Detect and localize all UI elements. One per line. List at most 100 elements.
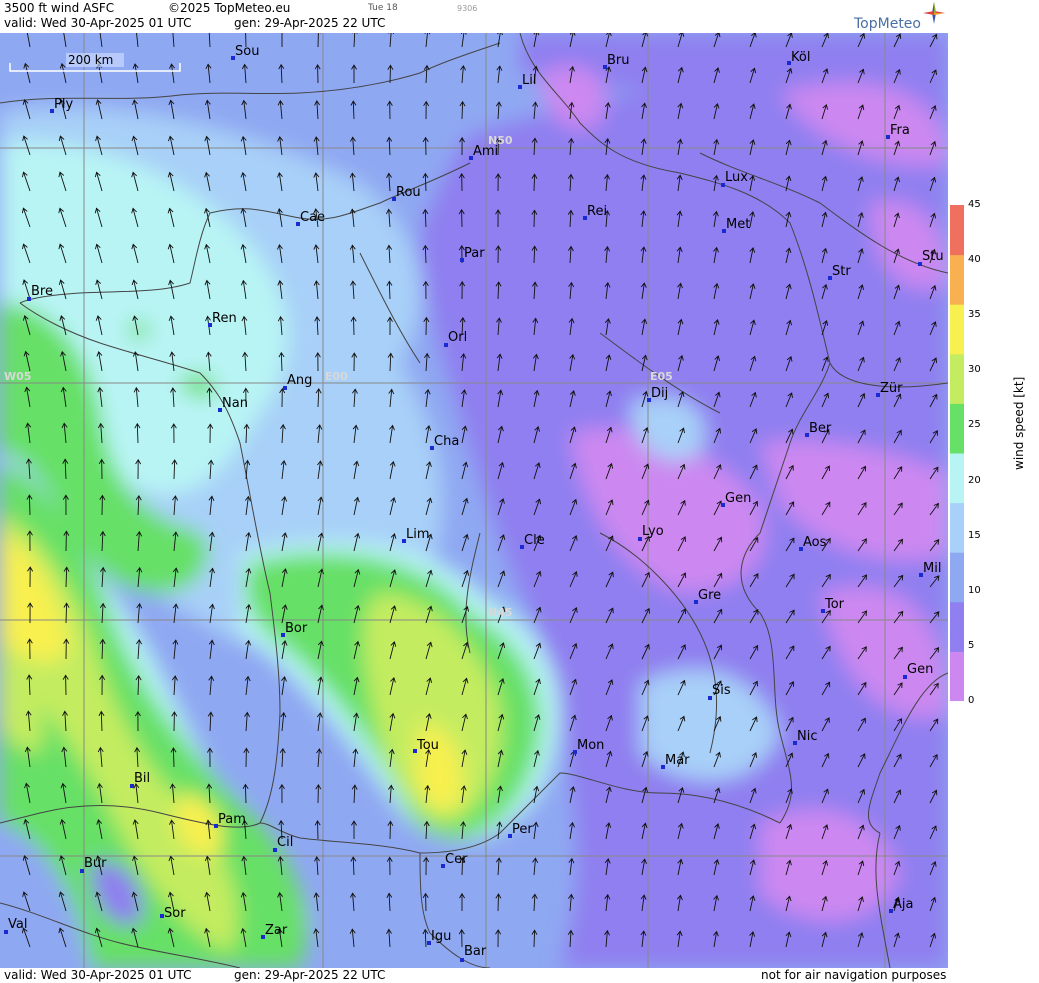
colorbar-tick-label: 25 bbox=[968, 419, 981, 431]
map-footer: valid: Wed 30-Apr-2025 01 UTC gen: 29-Ap… bbox=[0, 968, 948, 983]
city-str[interactable]: Str bbox=[828, 264, 851, 280]
city-orl[interactable]: Orl bbox=[444, 330, 467, 347]
city-cil[interactable]: Cil bbox=[273, 835, 293, 852]
colorbar-tick-label: 35 bbox=[968, 309, 981, 321]
wind-map[interactable]: 200 km N50 N45 W05 E00 E05 Sou Bru Köl L… bbox=[0, 33, 948, 968]
svg-text:Zar: Zar bbox=[265, 923, 288, 938]
grid-label-e00: E00 bbox=[325, 370, 348, 383]
colorbar-tick-label: 5 bbox=[968, 639, 975, 651]
wind-field bbox=[0, 33, 948, 968]
city-fra[interactable]: Fra bbox=[886, 123, 910, 139]
svg-text:Orl: Orl bbox=[448, 330, 467, 345]
city-igu[interactable]: Igu bbox=[427, 929, 451, 945]
valid-time: valid: Wed 30-Apr-2025 01 UTC bbox=[4, 16, 192, 30]
city-rou[interactable]: Rou bbox=[392, 185, 421, 201]
city-tor[interactable]: Tor bbox=[821, 597, 845, 613]
city-pam[interactable]: Pam bbox=[214, 812, 246, 828]
city-met[interactable]: Met bbox=[722, 217, 750, 233]
city-ang[interactable]: Ang bbox=[283, 373, 312, 390]
city-ami[interactable]: Ami bbox=[469, 144, 498, 160]
svg-text:Bil: Bil bbox=[134, 771, 150, 786]
city-nan[interactable]: Nan bbox=[218, 396, 248, 412]
colorbar-segment bbox=[950, 254, 964, 305]
day-tab[interactable]: Tue 18 bbox=[368, 3, 398, 13]
svg-text:Cae: Cae bbox=[300, 210, 325, 225]
city-rei[interactable]: Rei bbox=[583, 204, 607, 220]
city-ply[interactable]: Ply bbox=[50, 97, 73, 113]
svg-text:Stu: Stu bbox=[922, 249, 944, 264]
city-bre[interactable]: Bre bbox=[27, 284, 53, 301]
svg-text:Ren: Ren bbox=[212, 311, 237, 326]
svg-text:Pam: Pam bbox=[218, 812, 246, 827]
svg-text:Sor: Sor bbox=[164, 906, 186, 921]
svg-text:Lux: Lux bbox=[725, 170, 748, 185]
colorbar bbox=[950, 205, 964, 701]
city-ber[interactable]: Ber bbox=[805, 421, 832, 437]
city-lux[interactable]: Lux bbox=[721, 170, 748, 187]
city-sou[interactable]: Sou bbox=[231, 44, 259, 60]
svg-text:Nan: Nan bbox=[222, 396, 248, 411]
svg-text:Ber: Ber bbox=[809, 421, 832, 436]
city-ren[interactable]: Ren bbox=[208, 311, 237, 327]
svg-text:Met: Met bbox=[726, 217, 750, 232]
city-cae[interactable]: Cae bbox=[296, 210, 325, 226]
city-zur[interactable]: Zür bbox=[876, 381, 903, 397]
city-nic[interactable]: Nic bbox=[793, 729, 817, 745]
colorbar-segment bbox=[950, 205, 964, 256]
city-mon[interactable]: Mon bbox=[573, 738, 604, 754]
svg-text:Mil: Mil bbox=[923, 561, 941, 576]
city-par[interactable]: Par bbox=[460, 246, 485, 262]
city-tou[interactable]: Tou bbox=[413, 738, 439, 753]
city-dij[interactable]: Dij bbox=[647, 386, 668, 402]
brand-logo: TopMeteo bbox=[854, 16, 921, 32]
svg-text:Sis: Sis bbox=[712, 683, 731, 698]
city-cle[interactable]: Cle bbox=[520, 533, 545, 549]
city-bur[interactable]: Bur bbox=[80, 856, 107, 873]
svg-text:Dij: Dij bbox=[651, 386, 668, 401]
compass-rose-icon bbox=[923, 2, 945, 24]
city-aos[interactable]: Aos bbox=[799, 535, 827, 551]
product-title: 3500 ft wind ASFC bbox=[4, 1, 115, 15]
svg-text:Mon: Mon bbox=[577, 738, 604, 753]
copyright: ©2025 TopMeteo.eu bbox=[168, 1, 291, 15]
svg-text:Sou: Sou bbox=[235, 44, 259, 59]
svg-text:Bor: Bor bbox=[285, 621, 308, 636]
city-val[interactable]: Val bbox=[4, 917, 27, 934]
footer-valid-time: valid: Wed 30-Apr-2025 01 UTC bbox=[4, 968, 192, 982]
city-gen[interactable]: Gen bbox=[721, 491, 751, 507]
svg-text:Cle: Cle bbox=[524, 533, 545, 548]
city-mil[interactable]: Mil bbox=[919, 561, 941, 577]
city-sor[interactable]: Sor bbox=[160, 906, 186, 921]
city-sis[interactable]: Sis bbox=[708, 683, 731, 700]
city-cha[interactable]: Cha bbox=[430, 434, 459, 450]
city-stu[interactable]: Stu bbox=[918, 249, 944, 266]
city-gre[interactable]: Gre bbox=[694, 588, 721, 604]
svg-text:Lyo: Lyo bbox=[642, 524, 664, 539]
svg-text:Lil: Lil bbox=[522, 73, 536, 88]
city-bor[interactable]: Bor bbox=[281, 621, 308, 637]
city-aja[interactable]: Aja bbox=[889, 897, 913, 913]
svg-text:Per: Per bbox=[512, 822, 533, 837]
svg-text:Tou: Tou bbox=[416, 738, 439, 753]
svg-text:Cha: Cha bbox=[434, 434, 459, 449]
colorbar-segment bbox=[950, 601, 964, 652]
colorbar-segment bbox=[950, 304, 964, 355]
colorbar-segment bbox=[950, 502, 964, 553]
svg-text:Bru: Bru bbox=[607, 53, 630, 68]
colorbar-segment bbox=[950, 453, 964, 504]
city-bil[interactable]: Bil bbox=[130, 771, 150, 788]
city-cer[interactable]: Cer bbox=[441, 852, 468, 868]
city-lim[interactable]: Lim bbox=[402, 527, 430, 543]
city-mar[interactable]: Mar bbox=[661, 753, 690, 769]
city-per[interactable]: Per bbox=[508, 822, 533, 838]
colorbar-segment bbox=[950, 651, 964, 701]
disclaimer: not for air navigation purposes bbox=[761, 968, 947, 982]
city-zar[interactable]: Zar bbox=[261, 923, 288, 939]
city-lyo[interactable]: Lyo bbox=[638, 524, 664, 541]
city-gen-2[interactable]: Gen bbox=[903, 662, 933, 679]
legend-title: wind speed [kt] bbox=[1012, 376, 1026, 470]
city-kol[interactable]: Köl bbox=[787, 50, 810, 65]
svg-text:Ami: Ami bbox=[473, 144, 498, 159]
svg-text:Ang: Ang bbox=[287, 373, 312, 388]
city-bru[interactable]: Bru bbox=[603, 53, 630, 69]
